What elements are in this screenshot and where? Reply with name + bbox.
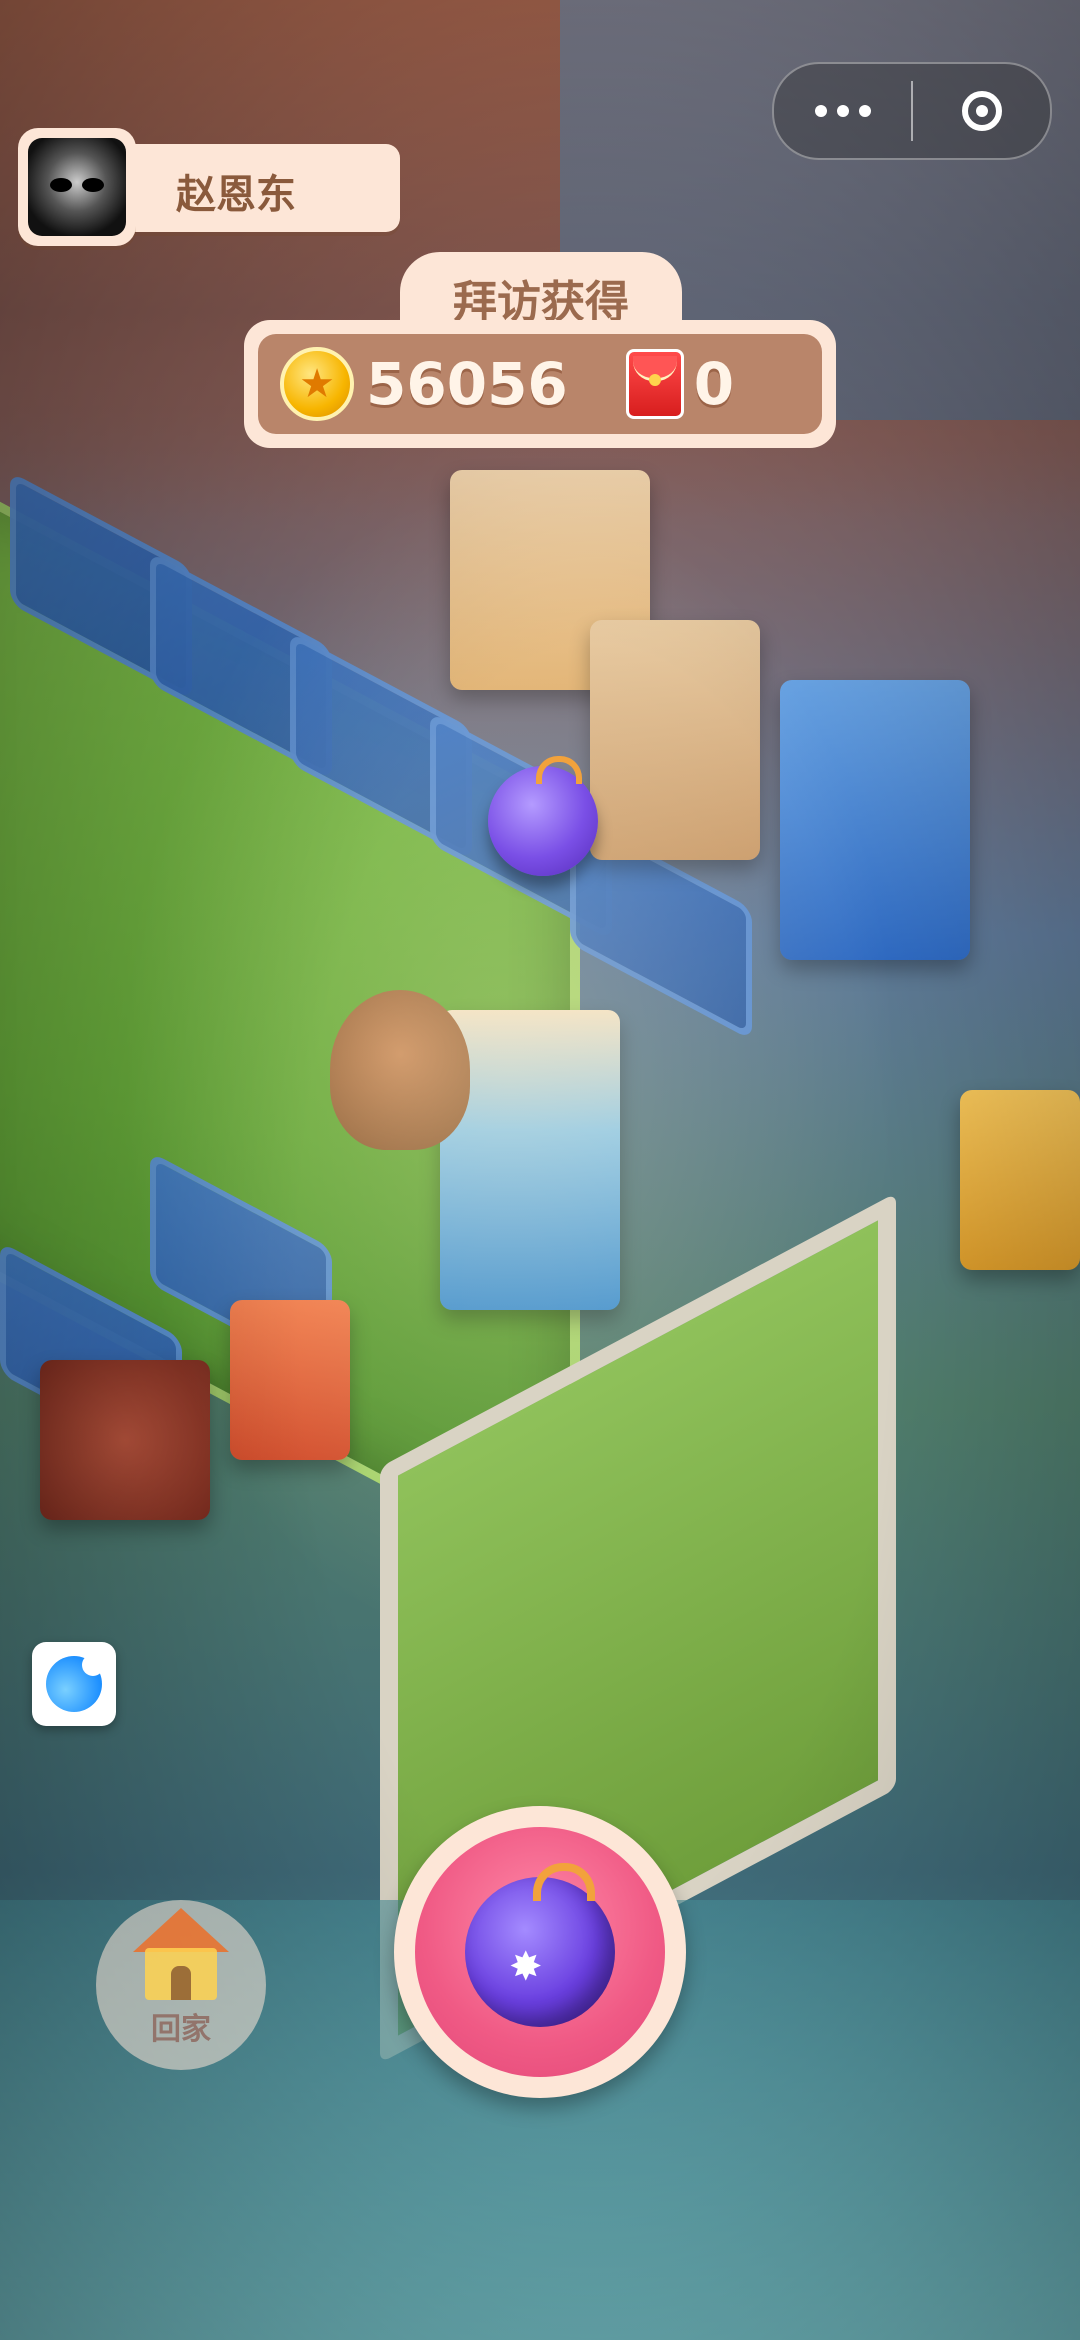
board-bomb-icon — [488, 756, 598, 876]
more-dots-icon — [814, 105, 871, 117]
gold-coin-star-icon: ★ — [280, 347, 354, 421]
game-stage: 赵恩东 拜访获得 ★ 56056 0 回家 ✸ — [0, 0, 1080, 2340]
purple-bomb-icon: ✸ — [465, 1863, 615, 2027]
close-miniprogram-button[interactable] — [913, 64, 1050, 158]
avatar[interactable] — [18, 128, 136, 246]
visit-reward-body: ★ 56056 0 — [244, 320, 836, 448]
floating-app-badge[interactable] — [32, 1642, 116, 1726]
spark-icon: ✸ — [509, 1944, 543, 1990]
bomb-action-button-inner: ✸ — [415, 1827, 665, 2077]
coin-count: 56056 — [366, 350, 568, 418]
more-button[interactable] — [774, 64, 911, 158]
red-envelope-count: 0 — [693, 350, 735, 418]
player-name: 赵恩东 — [176, 172, 296, 218]
player-tag[interactable]: 赵恩东 — [18, 128, 400, 246]
player-avatar-icon — [28, 138, 126, 236]
bomb-action-button[interactable]: ✸ — [394, 1806, 686, 2098]
visit-reward-values: ★ 56056 0 — [258, 334, 822, 434]
red-envelope-icon — [625, 349, 684, 419]
app-logo-icon — [46, 1654, 104, 1712]
miniprogram-capsule — [772, 62, 1052, 160]
home-button-label: 回家 — [151, 2012, 211, 2047]
house-icon — [133, 1908, 229, 2000]
visit-reward-panel: 拜访获得 ★ 56056 0 — [244, 252, 836, 448]
target-circle-icon — [961, 91, 1002, 131]
home-button[interactable]: 回家 — [96, 1900, 266, 2070]
